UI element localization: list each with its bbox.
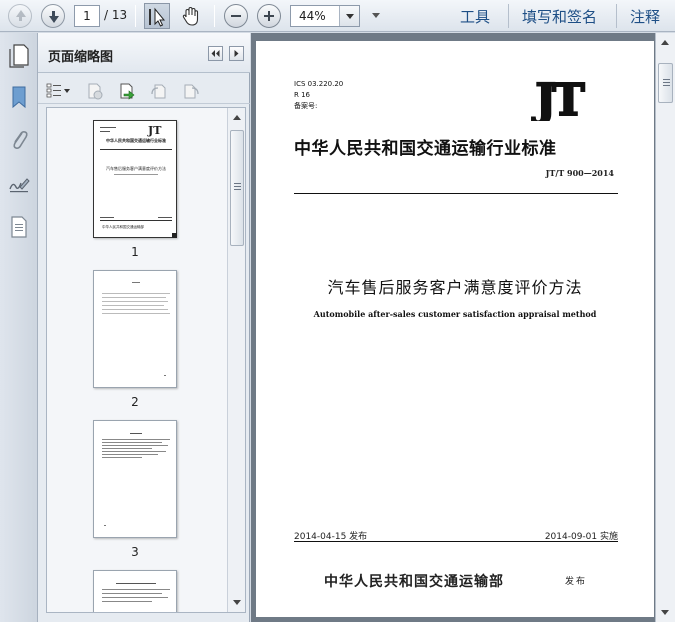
options-menu-button[interactable] [46,82,72,100]
thumbnail-page-1[interactable]: JT 中华人民共和国交通运输行业标准 汽车售后服务客户满意度评价方法 中华人民共… [93,120,177,238]
thumbnail-page-2[interactable] [93,270,177,388]
page-thumbnails-icon[interactable] [7,41,31,69]
standard-title: 中华人民共和国交通运输行业标准 [294,139,557,159]
hand-tool-button[interactable] [178,3,204,29]
header-rule [294,193,618,194]
arrow-down-icon [49,16,59,23]
chevron-right-icon [234,50,239,57]
panel-title: 页面缩略图 [48,50,114,65]
more-tools-chevron-icon[interactable] [372,13,380,18]
zoom-value: 44% [299,9,326,23]
rotate-left-icon [151,84,166,99]
issuer: 中华人民共和国交通运输部 [324,574,504,590]
page-content-icon[interactable] [7,213,31,241]
thumbnail-label-2: 2 [131,395,139,409]
rotate-ccw-button[interactable] [150,82,168,100]
document-title-cn: 汽车售后服务客户满意度评价方法 [327,278,583,297]
thumbnail-page-4[interactable] [93,570,177,612]
attachment-icon[interactable] [7,127,31,155]
thumbnail-label-3: 3 [131,545,139,559]
cursor-icon [149,7,166,27]
page-total-label: / 13 [104,8,128,22]
thumbnail-list: JT 中华人民共和国交通运输行业标准 汽车售后服务客户满意度评价方法 中华人民共… [46,107,246,613]
delete-page-button[interactable] [86,82,104,100]
document-title-en: Automobile after-sales customer satisfac… [313,309,597,319]
doc-scroll-down-icon[interactable] [661,610,669,615]
minus-icon [231,15,241,17]
scroll-down-icon[interactable] [233,600,241,605]
expand-panel-button[interactable] [229,46,244,61]
delete-page-icon [88,83,103,100]
page-number-input[interactable]: 1 [74,5,100,27]
jt-logo: JT JT [518,74,598,127]
list-options-icon [46,83,70,98]
thumbnail-scroll-thumb[interactable] [230,130,244,246]
hand-icon [182,6,199,26]
prev-page-button[interactable] [8,4,32,28]
document-scrollbar[interactable] [655,33,675,622]
class-code: R 16 [294,91,310,99]
zoom-select[interactable]: 44% [290,5,360,27]
doc-scroll-up-icon[interactable] [661,40,669,45]
ics-code: ICS 03.220.20 [294,80,344,88]
chevron-down-icon [346,14,354,19]
select-tool-button[interactable] [144,3,170,29]
zoom-in-button[interactable] [257,4,281,28]
zoom-dropdown-button[interactable] [339,6,359,26]
footer-rule [294,541,618,542]
thumbnail-scrollbar[interactable] [227,108,245,612]
extract-page-icon [120,83,135,100]
toolbar: 1 / 13 44% 工具 填写和签名 注释 [0,0,675,32]
rotate-right-icon [184,84,199,99]
thumbnail-std-title: 中华人民共和国交通运输行业标准 [106,138,166,143]
bookmark-icon[interactable] [7,83,31,111]
record-number: 备案号: [294,102,318,110]
extract-page-button[interactable] [118,82,136,100]
document-viewer[interactable]: ICS 03.220.20 R 16 备案号: JT JT 中华人民共和国交通运… [251,33,675,622]
logo-text: JT [531,75,585,121]
navigation-strip [0,33,38,622]
thumbnail-panel: 页面缩略图 JT 中华人民共和国交通运输行业标准 汽车售后服务客户满意度评价方法… [38,33,250,622]
thumbnail-issuer: 中华人民共和国交通运输部 [102,225,144,229]
thumbnail-label-1: 1 [131,245,139,259]
panel-header: 页面缩略图 [38,33,250,73]
next-page-button[interactable] [41,4,65,28]
zoom-out-button[interactable] [224,4,248,28]
thumbnail-doc-title: 汽车售后服务客户满意度评价方法 [106,166,166,171]
rotate-cw-button[interactable] [182,82,200,100]
document-scroll-thumb[interactable] [658,63,673,103]
tools-link[interactable]: 工具 [460,6,490,27]
classification-block: ICS 03.220.20 R 16 备案号: [294,79,343,112]
issue-word: 发布 [565,577,588,587]
double-chevron-left-icon [211,50,220,57]
comment-link[interactable]: 注释 [630,6,660,27]
thumbnail-page-3[interactable] [93,420,177,538]
signature-icon[interactable] [7,171,31,199]
thumbnail-logo: JT [148,124,162,137]
fill-sign-link[interactable]: 填写和签名 [522,6,597,27]
collapse-panel-button[interactable] [208,46,223,61]
scroll-up-icon[interactable] [233,115,241,120]
document-page: ICS 03.220.20 R 16 备案号: JT JT 中华人民共和国交通运… [256,41,654,617]
standard-number: JT/T 900—2014 [545,168,614,178]
panel-toolbar [38,74,250,104]
